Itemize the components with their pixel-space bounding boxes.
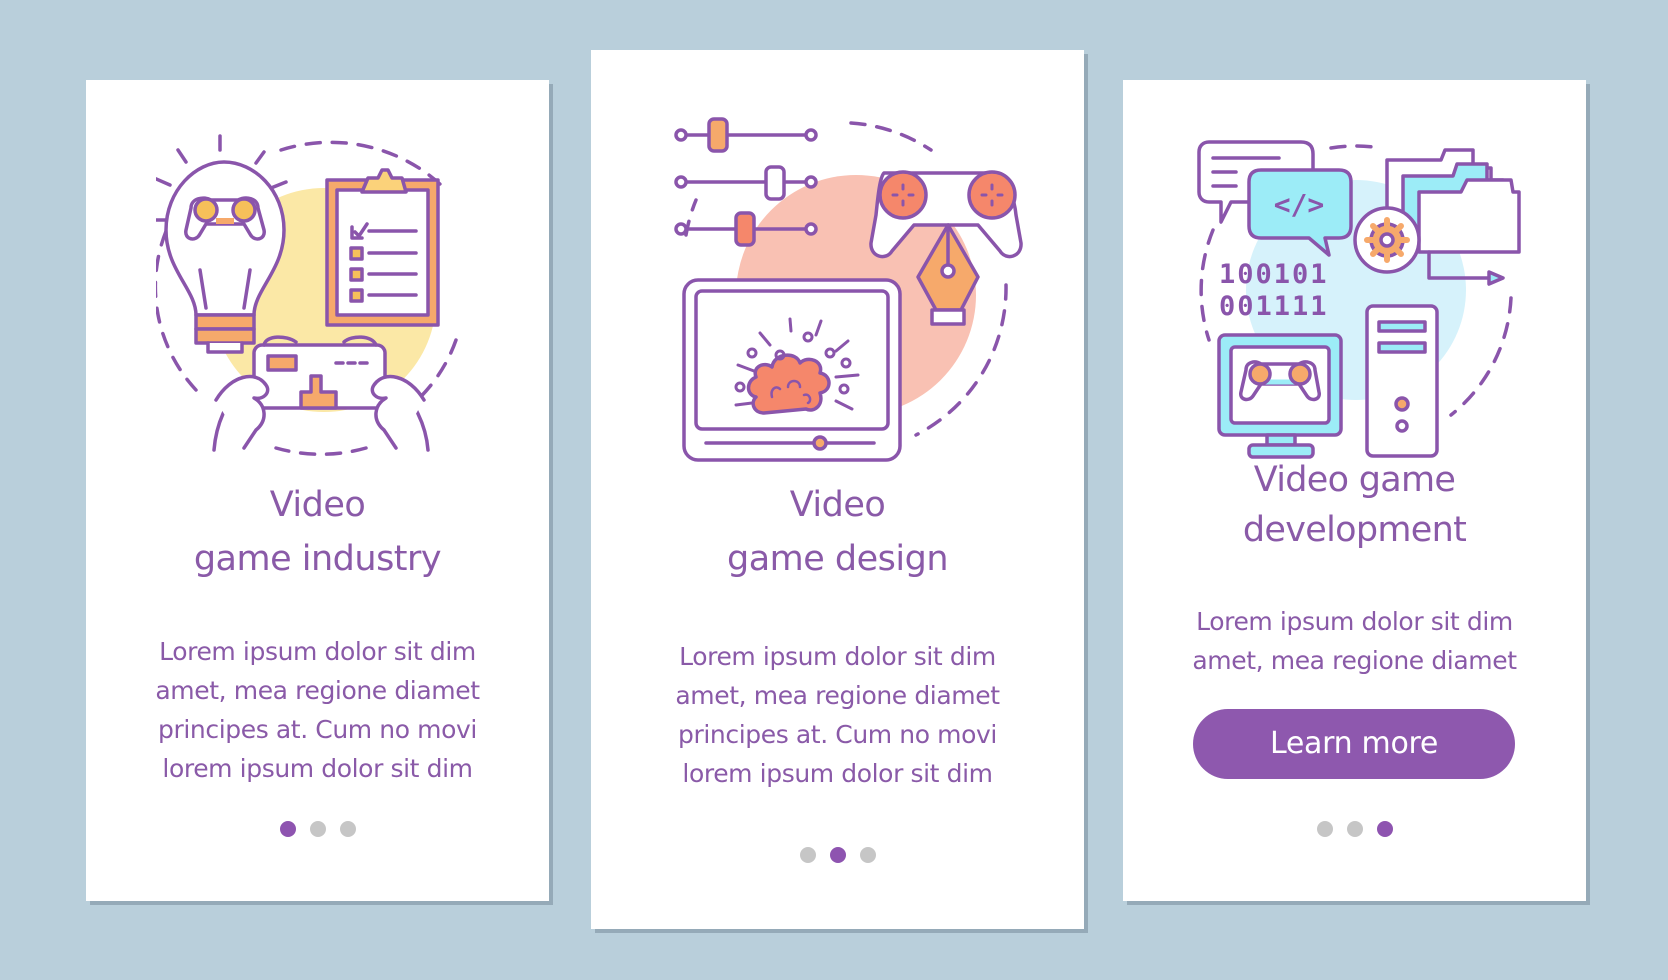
description-line: lorem ipsum dolor sit dim (682, 759, 993, 788)
page-dot[interactable] (339, 821, 356, 837)
card-title: Video game industry (86, 478, 549, 586)
title-line: game design (726, 539, 949, 579)
page-dot-active[interactable] (1376, 821, 1393, 837)
onboarding-card-design: Video game design Lorem ipsum dolor sit … (591, 50, 1084, 929)
code-symbol: </> (1274, 188, 1325, 221)
binary-line: 100101 (1219, 259, 1329, 290)
page-dot-active[interactable] (279, 821, 296, 837)
card-description: Lorem ipsum dolor sit dim amet, mea regi… (86, 632, 549, 788)
card-description: Lorem ipsum dolor sit dim amet, mea regi… (1123, 602, 1586, 680)
learn-more-button[interactable]: Learn more (1193, 709, 1515, 779)
chat-bubbles-code-icon: </> (1197, 140, 1353, 257)
pc-tower-icon (1365, 304, 1439, 458)
title-line: development (1242, 510, 1467, 550)
binary-code-icon: 100101 001111 (1219, 259, 1329, 322)
description-line: lorem ipsum dolor sit dim (162, 754, 473, 783)
description-line: principes at. Cum no movi (158, 715, 477, 744)
video-game-development-illustration: </> 100101 001111 (1197, 140, 1521, 459)
video-game-design-illustration (674, 117, 1023, 462)
clipboard-checklist-icon (325, 168, 440, 327)
description-line: Lorem ipsum dolor sit dim (1196, 607, 1513, 636)
onboarding-card-development: </> 100101 001111 Video game development… (1123, 80, 1586, 901)
title-line: Video (789, 485, 886, 525)
card-title: Video game development (1123, 455, 1586, 555)
binary-line: 001111 (1219, 291, 1329, 322)
card-description: Lorem ipsum dolor sit dim amet, mea regi… (591, 637, 1084, 793)
description-line: amet, mea regione diamet (155, 676, 480, 705)
monitor-gamepad-icon (1217, 333, 1343, 459)
page-indicator (1123, 821, 1586, 837)
page-dot-active[interactable] (829, 847, 846, 863)
title-line: Video (269, 485, 366, 525)
title-line: game industry (193, 539, 442, 579)
page-dot[interactable] (1316, 821, 1333, 837)
card-title: Video game design (591, 478, 1084, 586)
page-dot[interactable] (799, 847, 816, 863)
page-dot[interactable] (859, 847, 876, 863)
description-line: amet, mea regione diamet (1192, 646, 1517, 675)
video-game-industry-illustration (156, 134, 458, 456)
page-dot[interactable] (309, 821, 326, 837)
page-indicator (86, 821, 549, 837)
page-dot[interactable] (1346, 821, 1363, 837)
description-line: Lorem ipsum dolor sit dim (679, 642, 996, 671)
description-line: Lorem ipsum dolor sit dim (159, 637, 476, 666)
page-indicator (591, 847, 1084, 863)
onboarding-card-industry: Video game industry Lorem ipsum dolor si… (86, 80, 549, 901)
title-line: Video game (1253, 460, 1456, 500)
tablet-explosion-icon (682, 278, 902, 462)
description-line: amet, mea regione diamet (675, 681, 1000, 710)
description-line: principes at. Cum no movi (678, 720, 997, 749)
